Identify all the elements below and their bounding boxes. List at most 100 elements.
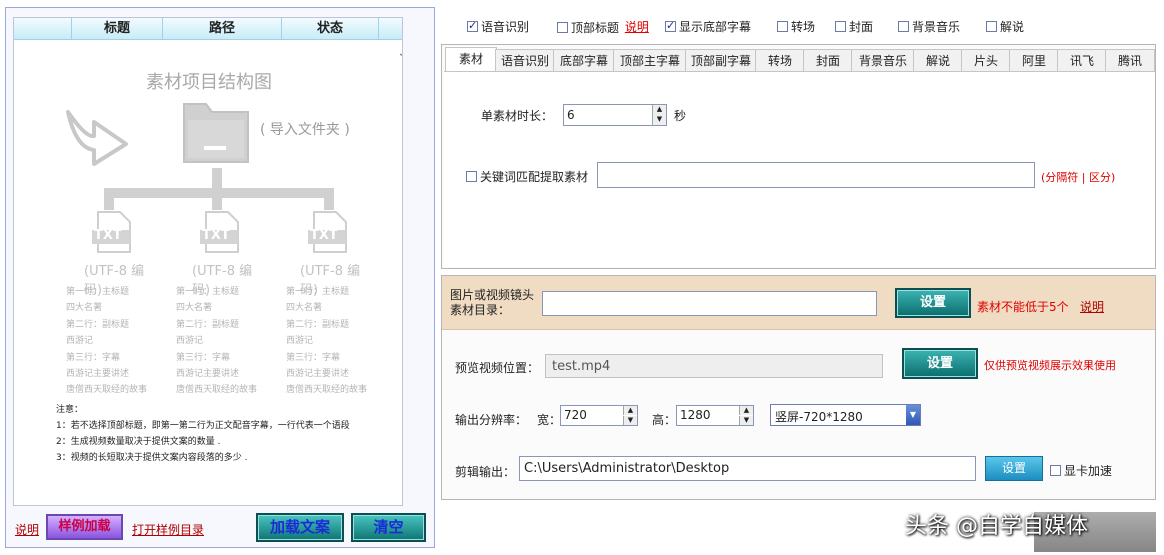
script-table[interactable]: 标题 路径 状态 ˇ 素材项目结构图 ( 导入文件夹 ) TXT [13,17,403,506]
checkbox[interactable] [665,19,676,32]
option-bgm[interactable]: 背景音乐 [898,18,960,35]
load-text-button[interactable]: 加载文案 [256,513,344,542]
width-value: 720 [564,408,587,422]
media-help-link[interactable]: 说明 [1080,298,1104,315]
script-panel: 标题 路径 状态 ˇ 素材项目结构图 ( 导入文件夹 ) TXT [5,7,435,548]
tab-aliyun[interactable]: 阿里 [1009,49,1059,72]
tree-leaf-right [324,188,334,210]
tab-bottom-subtitle[interactable]: 底部字幕 [553,49,615,72]
tab-material[interactable]: 素材 [445,47,497,72]
column-path[interactable]: 路径 [163,18,282,40]
tab-tencent[interactable]: 腾讯 [1105,49,1155,72]
keyword-input[interactable] [597,162,1035,188]
checkbox[interactable] [467,19,478,32]
option-cover[interactable]: 封面 [835,18,873,35]
checkbox[interactable] [986,21,997,32]
option-label: 解说 [1000,20,1025,34]
import-arrow-icon [66,110,128,166]
preview-set-button[interactable]: 设置 [902,348,978,379]
sample-line: 唐僧西天取经的故事 [66,385,148,396]
duration-value: 6 [567,108,575,122]
option-label: 语音识别 [481,20,530,34]
sample-lines-2: 第一行：主标题 四大名著 第二行：副标题 西游记 第三行：字幕 西游记主要讲述 … [176,284,257,399]
option-transition[interactable]: 转场 [777,18,815,35]
media-dir-band: 图片或视频镜头素材目录： 设置 素材不能低于5个 说明 [442,276,1155,330]
checkbox[interactable] [1050,465,1061,476]
note-line: 3：视频的长短取决于提供文案内容段落的多少 . [56,453,248,463]
tab-narration[interactable]: 解说 [913,49,963,72]
sample-line: 西游记主要讲述 [66,369,130,380]
width-stepper[interactable]: 720 ▲ ▼ [560,405,638,426]
checkbox[interactable] [466,171,477,182]
column-status[interactable]: 状态 [282,18,379,40]
sample-line: 四大名著 [66,303,103,314]
tab-transition[interactable]: 转场 [755,49,805,72]
spin-up-icon[interactable]: ▲ [739,406,753,415]
resolution-preset-select[interactable]: 竖屏-720*1280 ▼ [770,404,921,426]
option-label: 背景音乐 [912,20,961,34]
sample-line: 第三行：字幕 [176,352,231,363]
note-line: 2：生成视频数量取决于提供文案的数量 . [56,437,221,447]
option-speech[interactable]: 语音识别 [467,18,529,35]
export-path-input[interactable]: C:\Users\Administrator\Desktop [519,456,976,481]
header-spacer [14,18,72,40]
sample-line: 第三行：字幕 [66,352,121,363]
tab-top-sub-subtitle[interactable]: 顶部副字幕 [685,49,757,72]
sample-line: 西游记主要讲述 [176,369,240,380]
preview-path-field[interactable]: test.mp4 [545,354,883,378]
tab-bgm[interactable]: 背景音乐 [851,49,915,72]
option-bottom-subtitle[interactable]: 显示底部字幕 [665,18,751,35]
checkbox[interactable] [777,21,788,32]
width-label: 宽： [537,413,562,427]
preset-value: 竖屏-720*1280 [775,410,863,424]
media-dir-set-button[interactable]: 设置 [895,288,971,318]
duration-stepper[interactable]: 6 ▲ ▼ [563,104,667,126]
feature-options: 语音识别 顶部标题 说明 显示底部字幕 转场 封面 背景音乐 解说 [440,10,1162,40]
folder-icon [183,103,249,163]
height-stepper[interactable]: 1280 ▲ ▼ [676,405,754,426]
sample-load-button[interactable]: 样例加载 [46,514,123,540]
resolution-label: 输出分辨率： [455,413,528,427]
sample-line: 第一行：主标题 [176,287,240,297]
checkbox[interactable] [835,21,846,32]
media-dir-label: 图片或视频镜头素材目录： [450,288,535,317]
option-narration[interactable]: 解说 [986,18,1024,35]
spin-down-icon[interactable]: ▼ [623,416,637,425]
sample-line: 唐僧西天取经的故事 [176,385,258,396]
options-help-link[interactable]: 说明 [625,20,649,34]
checkbox[interactable] [898,21,909,32]
sample-line: 四大名著 [286,303,323,314]
tab-iflytek[interactable]: 讯飞 [1057,49,1107,72]
sample-line: 第二行：副标题 [66,319,130,330]
media-dir-input[interactable] [542,291,877,316]
note-line: 1：若不选择顶部标题，即第一第二行为正文配音字幕，一行代表一个语段 [56,421,350,431]
tab-speech[interactable]: 语音识别 [495,49,555,72]
option-label: 转场 [791,20,816,34]
spin-up-icon[interactable]: ▲ [623,406,637,415]
duration-unit: 秒 [674,109,687,123]
sample-line: 唐僧西天取经的故事 [286,385,368,396]
open-sample-dir-link[interactable]: 打开样例目录 [132,521,204,538]
export-set-button[interactable]: 设置 [985,456,1043,481]
help-link[interactable]: 说明 [15,521,39,538]
column-title[interactable]: 标题 [72,18,163,40]
tab-intro[interactable]: 片头 [961,49,1011,72]
export-value: C:\Users\Administrator\Desktop [524,461,730,476]
spin-down-icon[interactable]: ▼ [739,416,753,425]
spin-down-icon[interactable]: ▼ [652,115,666,125]
chevron-down-icon[interactable]: ▼ [906,405,920,425]
keyword-option[interactable]: 关键词匹配提取素材 [466,168,588,185]
spin-up-icon[interactable]: ▲ [652,105,666,115]
option-label: 显示底部字幕 [679,20,752,34]
option-top-title[interactable]: 顶部标题 说明 [557,18,649,36]
height-value: 1280 [680,408,711,422]
tab-cover[interactable]: 封面 [803,49,853,72]
checkbox[interactable] [557,22,568,33]
clear-button[interactable]: 清空 [351,513,426,542]
settings-tabs-panel: 素材 语音识别 底部字幕 顶部主字幕 顶部副字幕 转场 封面 背景音乐 解说 片… [441,44,1156,269]
sample-line: 第二行：副标题 [286,319,350,330]
gpu-accel-option[interactable]: 显卡加速 [1050,462,1112,479]
preview-note: 仅供预览视频展示效果使用 [984,359,1116,372]
option-label: 封面 [849,20,874,34]
tab-top-main-subtitle[interactable]: 顶部主字幕 [613,49,687,72]
